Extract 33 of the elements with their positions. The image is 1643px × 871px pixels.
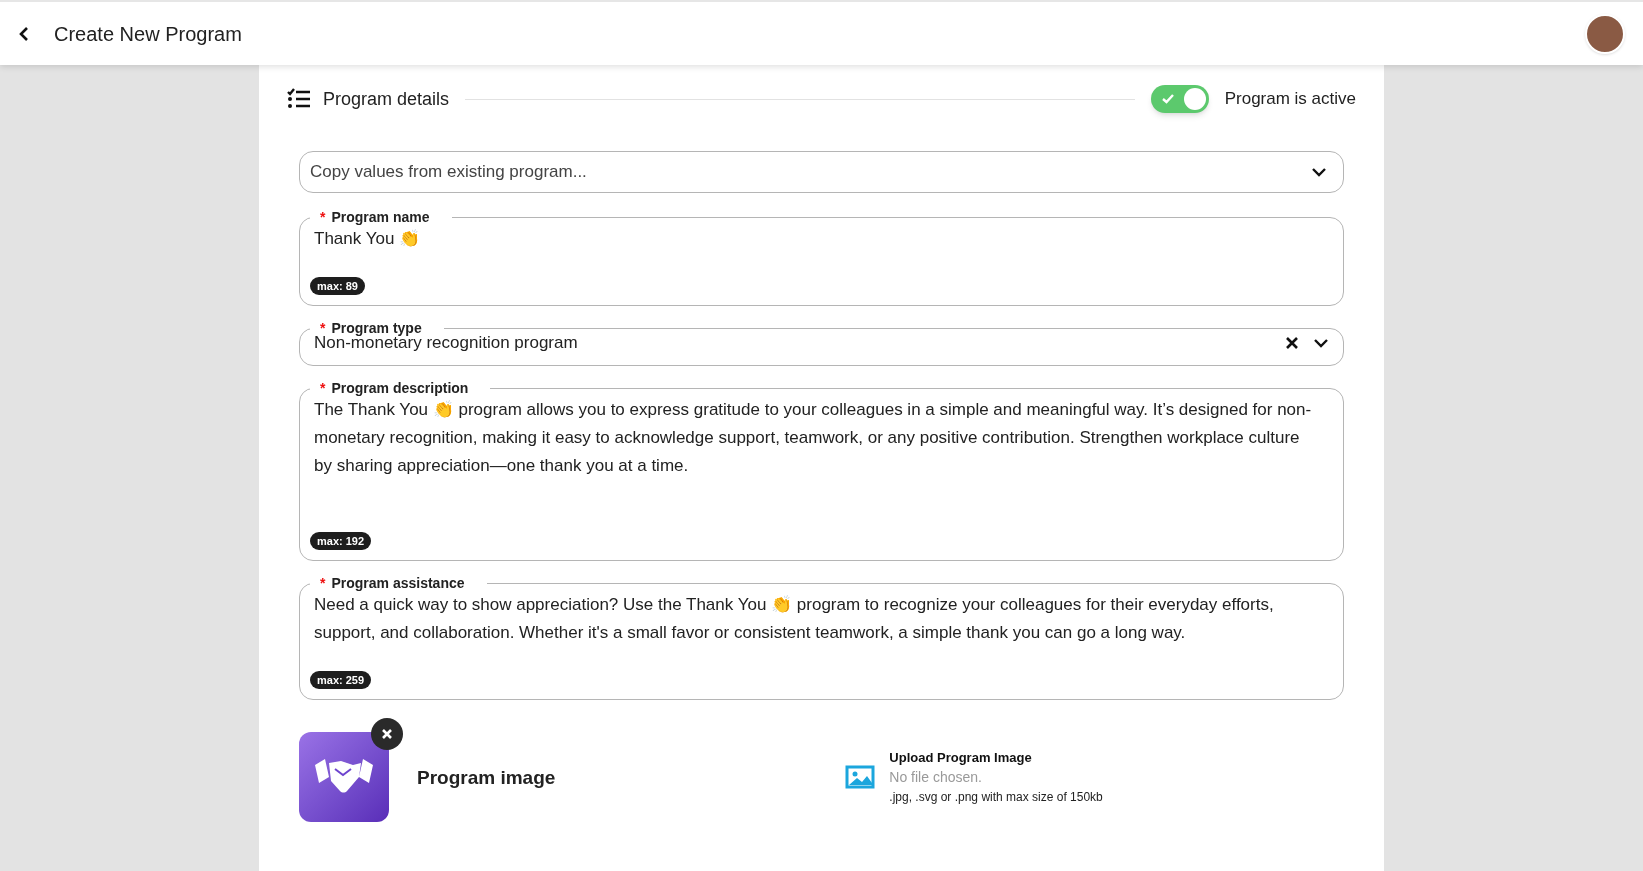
section-title: Program details [323, 87, 450, 111]
required-asterisk: * [320, 575, 326, 591]
chevron-down-icon[interactable] [1313, 337, 1329, 348]
file-status: No file chosen. [889, 768, 983, 788]
required-asterisk: * [320, 320, 326, 336]
avatar[interactable] [1585, 13, 1625, 54]
required-asterisk: * [320, 209, 326, 225]
upload-title: Upload Program Image [889, 748, 1033, 767]
toggle-label: Program is active [1224, 88, 1356, 111]
image-upload-icon[interactable] [845, 765, 876, 789]
field-label: * Program type [320, 320, 423, 336]
clear-icon[interactable] [1285, 335, 1299, 350]
image-label: Program image [417, 765, 556, 790]
input-field[interactable]: Need a quick way to show appreciation? Use the Thank You 👏 program to recognize your colleagues for their everyday efforts, support, and collaboration. Whether it's a small favor or consistent teamwork, a simple thank you can go a long way. [314, 591, 1329, 647]
field-label: * Program assistance [320, 575, 466, 591]
input-field[interactable]: The Thank You 👏 program allows you to express gratitude to your colleagues in a simple and meaningful way. It’s designed for non-monetary recognition, making it easy to acknowledge support, teamwork, or any positive contribution. Strengthen workplace culture by sharing appreciation—one thank you at a time. [314, 396, 1329, 480]
back-icon[interactable] [18, 25, 30, 42]
check-icon [1161, 94, 1174, 104]
required-asterisk: * [320, 380, 326, 396]
copy-values-dropdown[interactable]: Copy values from existing program... [299, 151, 1344, 193]
active-toggle[interactable] [1150, 85, 1209, 113]
remove-image-button[interactable] [371, 718, 403, 750]
page-title: Create New Program [54, 21, 242, 47]
upload-hint: .jpg, .svg or .png with max size of 150kb [889, 789, 1103, 807]
checklist-icon [287, 88, 311, 110]
input-field[interactable]: Thank You 👏 [314, 225, 431, 253]
chevron-down-icon [1311, 167, 1327, 177]
field-label: * Program name [320, 209, 431, 225]
close-icon [381, 728, 393, 740]
field-label: * Program description [320, 380, 470, 396]
max-length-badge: max: 192 [310, 532, 372, 550]
max-length-badge: max: 89 [310, 277, 365, 295]
max-length-badge: max: 259 [310, 671, 372, 689]
